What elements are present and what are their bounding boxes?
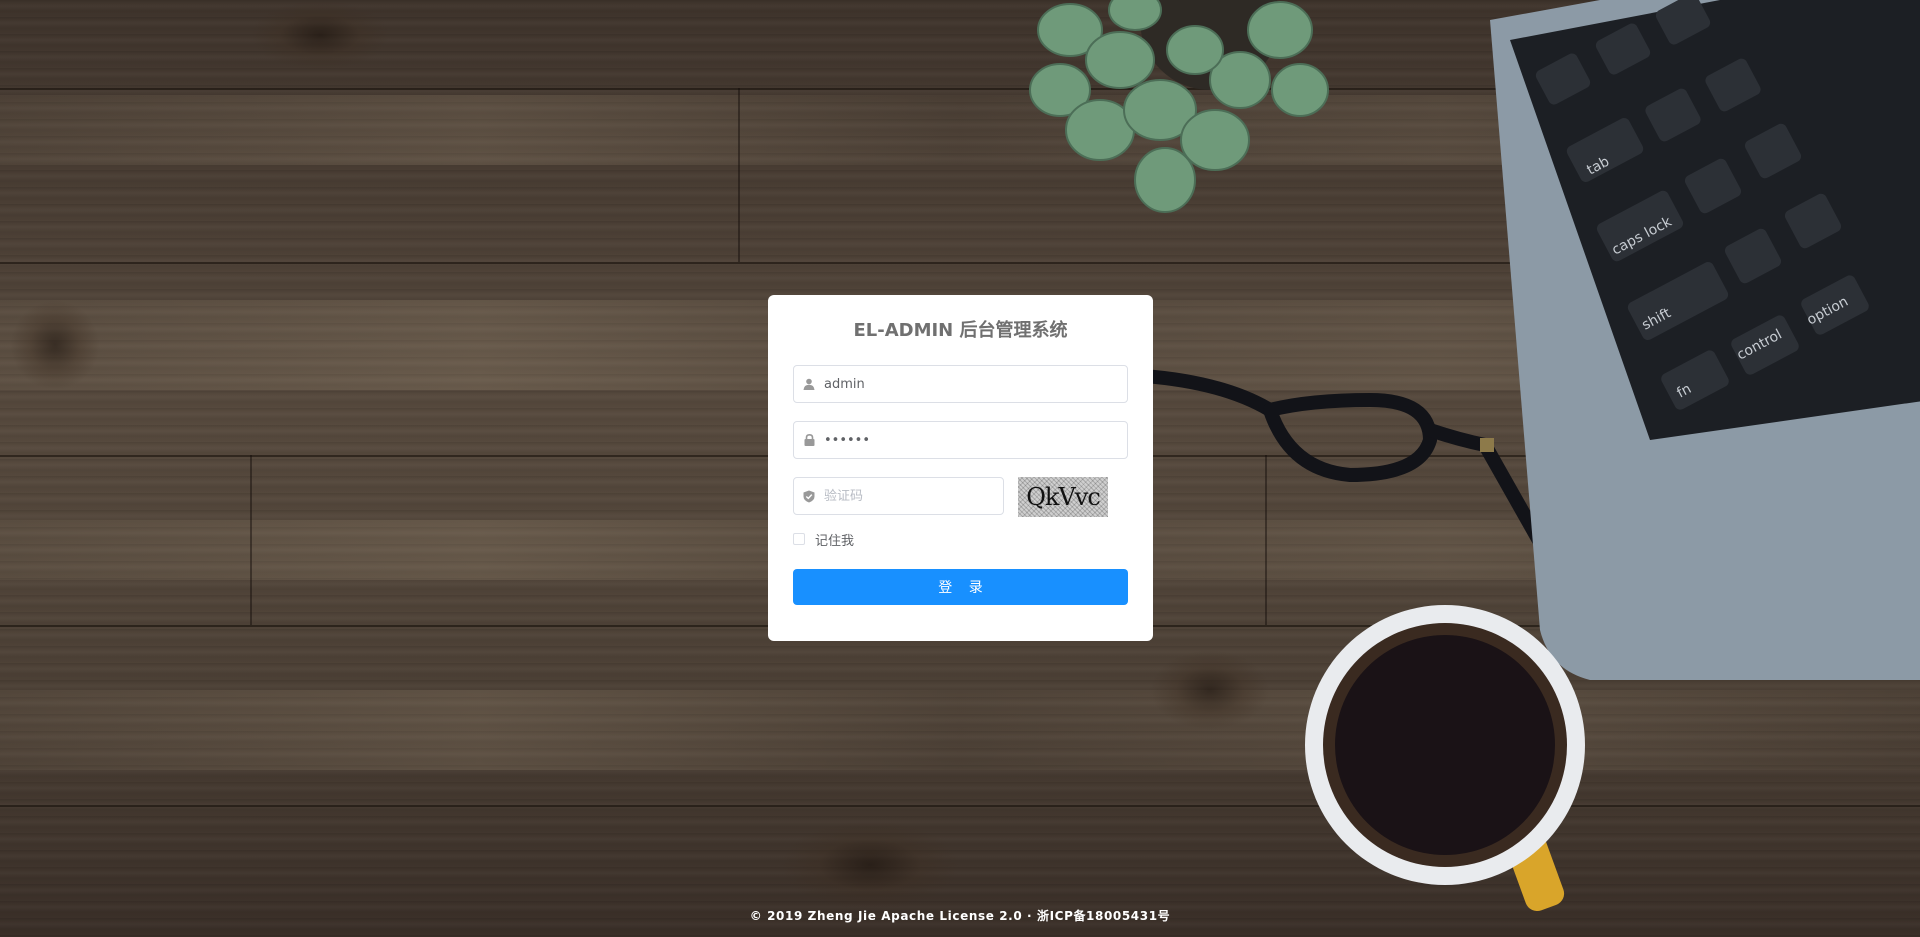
username-field[interactable] <box>793 365 1128 403</box>
login-button[interactable]: 登 录 <box>793 569 1128 605</box>
captcha-input[interactable] <box>824 478 995 514</box>
username-input[interactable] <box>824 366 1119 402</box>
login-title: EL-ADMIN 后台管理系统 <box>853 320 1068 341</box>
lock-icon <box>802 422 816 458</box>
user-icon <box>802 366 816 402</box>
remember-me-label: 记住我 <box>815 533 855 549</box>
remember-me-checkbox-row[interactable]: 记住我 <box>793 529 1128 549</box>
coffee-cup-decoration <box>1305 605 1585 912</box>
login-form-card: EL-ADMIN 后台管理系统 admin •••••• 验证码 QkVvc 记… <box>768 295 1153 641</box>
remember-me-checkbox[interactable] <box>793 533 805 545</box>
password-field[interactable] <box>793 421 1128 459</box>
captcha-field[interactable] <box>793 477 1004 515</box>
captcha-row: QkVvc <box>793 477 1128 517</box>
captcha-image[interactable]: QkVvc <box>1018 477 1108 517</box>
password-input[interactable] <box>824 422 1119 458</box>
shield-check-icon <box>802 478 816 514</box>
footer-copyright: © 2019 Zheng Jie Apache License 2.0 · 浙I… <box>749 909 1171 923</box>
plant-decoration <box>1029 0 1329 213</box>
